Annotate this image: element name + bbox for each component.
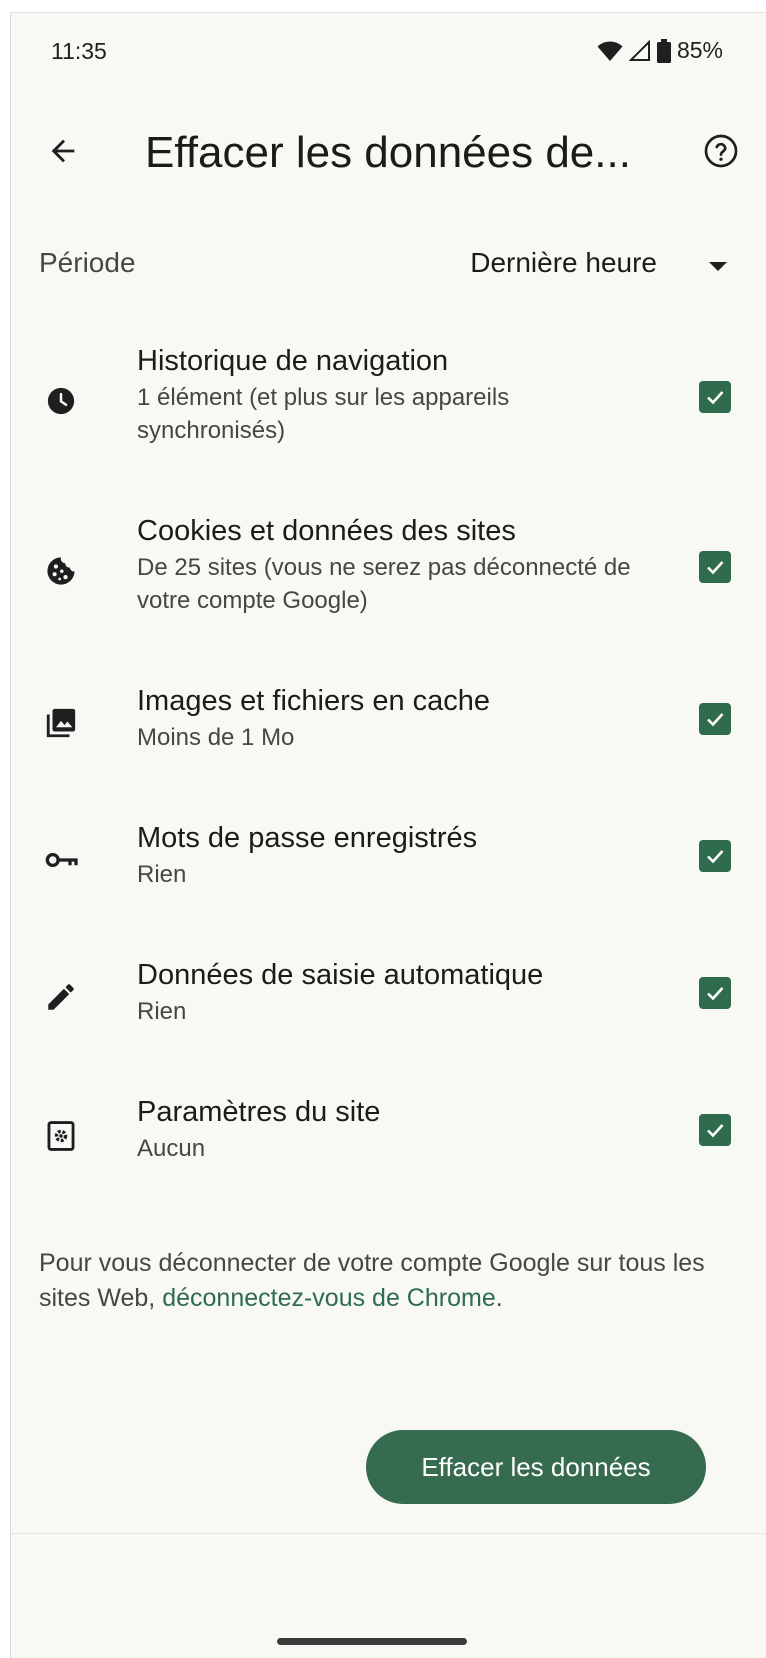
item-subtitle: De 25 sites (vous ne serez pas déconnect… — [137, 554, 631, 614]
autofill-checkbox[interactable] — [699, 977, 731, 1009]
item-title: Images et fichiers en cache — [137, 685, 491, 717]
cookies-text: Cookies et données des sites De 25 sites… — [137, 513, 637, 617]
settings-page-icon — [41, 1116, 81, 1156]
wifi-icon — [597, 40, 623, 62]
history-checkbox[interactable] — [699, 381, 731, 413]
toolbar: Effacer les données de... — [11, 103, 766, 203]
cookies-option[interactable]: Cookies et données des sites De 25 sites… — [11, 513, 766, 633]
checkmark-icon — [707, 713, 724, 727]
period-label: Période — [39, 247, 136, 278]
sign-out-note: Pour vous déconnecter de votre compte Go… — [39, 1246, 739, 1316]
site-settings-text: Paramètres du site Aucun — [137, 1094, 637, 1165]
cellular-signal-icon — [628, 39, 651, 62]
passwords-option[interactable]: Mots de passe enregistrés Rien — [11, 820, 766, 906]
passwords-text: Mots de passe enregistrés Rien — [137, 820, 637, 891]
arrow-left-icon — [46, 134, 80, 173]
cache-option[interactable]: Images et fichiers en cache Moins de 1 M… — [11, 683, 766, 769]
clock-icon — [41, 381, 81, 421]
battery-icon — [656, 38, 671, 63]
item-title: Données de saisie automatique — [137, 959, 544, 991]
site-settings-option[interactable]: Paramètres du site Aucun — [11, 1094, 766, 1180]
back-button[interactable] — [35, 125, 91, 181]
status-time: 11:35 — [51, 38, 107, 64]
period-value: Dernière heure — [470, 247, 657, 278]
cache-checkbox[interactable] — [699, 703, 731, 735]
history-option[interactable]: Historique de navigation 1 élément (et p… — [11, 343, 766, 463]
item-title: Paramètres du site — [137, 1096, 381, 1128]
images-icon — [41, 703, 81, 743]
cache-text: Images et fichiers en cache Moins de 1 M… — [137, 683, 637, 754]
checkmark-icon — [707, 987, 724, 1001]
checkmark-icon — [707, 391, 724, 405]
status-bar: 11:35 85% — [11, 13, 766, 88]
sign-out-chrome-link[interactable]: déconnectez-vous de Chrome — [162, 1284, 496, 1312]
battery-percent: 85% — [676, 37, 723, 63]
period-selector[interactable]: Période Dernière heure — [11, 223, 766, 303]
pencil-icon — [41, 977, 81, 1017]
autofill-option[interactable]: Données de saisie automatique Rien — [11, 957, 766, 1043]
item-title: Historique de navigation — [137, 345, 449, 377]
checkmark-icon — [707, 561, 724, 575]
help-button[interactable] — [693, 125, 749, 181]
caret-down-icon — [709, 259, 727, 277]
item-subtitle: Aucun — [137, 1135, 206, 1162]
cookie-icon — [41, 551, 81, 591]
item-title: Cookies et données des sites — [137, 515, 516, 547]
cookies-checkbox[interactable] — [699, 551, 731, 583]
status-icons: 85% — [597, 37, 723, 64]
site-settings-checkbox[interactable] — [699, 1114, 731, 1146]
item-subtitle: Rien — [137, 998, 187, 1025]
item-subtitle: Rien — [137, 861, 187, 888]
autofill-text: Données de saisie automatique Rien — [137, 957, 637, 1028]
history-text: Historique de navigation 1 élément (et p… — [137, 343, 637, 447]
item-subtitle: 1 élément (et plus sur les appareils syn… — [137, 384, 510, 444]
checkmark-icon — [707, 1124, 724, 1138]
note-suffix: . — [495, 1284, 503, 1312]
help-circle-icon — [703, 133, 739, 174]
key-icon — [41, 840, 81, 880]
passwords-checkbox[interactable] — [699, 840, 731, 872]
screen: 11:35 85% Effacer les données de... Péri… — [10, 12, 766, 1658]
page-title: Effacer les données de... — [145, 128, 631, 177]
checkmark-icon — [707, 850, 724, 864]
clear-data-button[interactable]: Effacer les données — [366, 1430, 706, 1504]
home-gesture-handle[interactable] — [277, 1638, 467, 1645]
item-title: Mots de passe enregistrés — [137, 822, 478, 854]
item-subtitle: Moins de 1 Mo — [137, 724, 295, 751]
navigation-bar — [11, 1533, 766, 1658]
